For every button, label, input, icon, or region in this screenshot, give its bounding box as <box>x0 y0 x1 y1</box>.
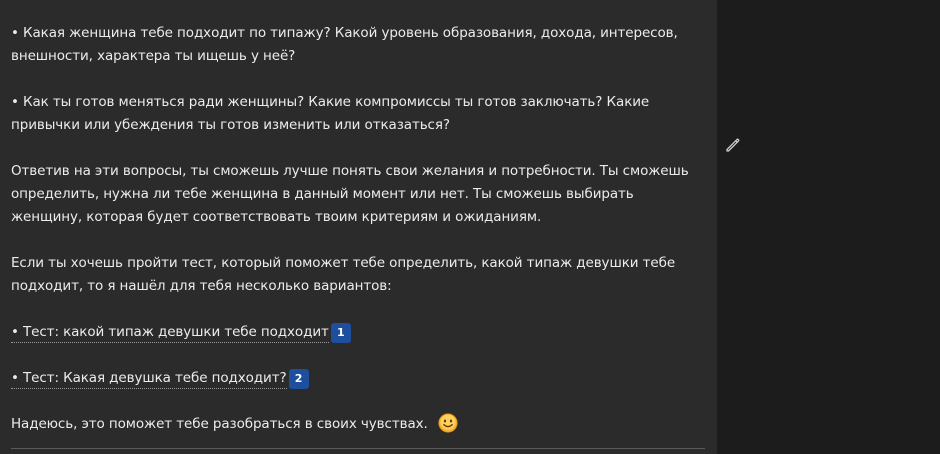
chat-window: Какая женщина тебе подходит по типажу? К… <box>0 0 940 454</box>
test-link-item-2: Тест: Какая девушка тебе подходит? 2 <box>11 367 701 390</box>
paragraph-test-intro: Если ты хочешь пройти тест, который помо… <box>11 255 676 294</box>
citation-badge-2[interactable]: 2 <box>288 368 309 389</box>
citation-badge-1[interactable]: 1 <box>330 322 351 343</box>
closing-text: Надеюсь, это поможет тебе разобраться в … <box>11 416 428 432</box>
test-link-2[interactable]: Тест: Какая девушка тебе подходит? <box>11 369 287 389</box>
bullet-question-change: Как ты готов меняться ради женщины? Каки… <box>11 91 701 137</box>
message-divider <box>11 448 705 449</box>
pencil-icon[interactable] <box>724 136 742 154</box>
test-link-1[interactable]: Тест: какой типаж девушки тебе подходит <box>11 323 329 343</box>
paragraph-answer: Ответив на эти вопросы, ты сможешь лучше… <box>11 163 689 225</box>
test-link-item-1: Тест: какой типаж девушки тебе подходит … <box>11 321 701 344</box>
message-body: Какая женщина тебе подходит по типажу? К… <box>11 22 701 454</box>
bullet-question-type: Какая женщина тебе подходит по типажу? К… <box>11 22 701 68</box>
closing-line: Надеюсь, это поможет тебе разобраться в … <box>11 413 701 441</box>
smiling-face-emoji-icon <box>438 413 458 441</box>
assistant-message: Какая женщина тебе подходит по типажу? К… <box>0 0 717 454</box>
